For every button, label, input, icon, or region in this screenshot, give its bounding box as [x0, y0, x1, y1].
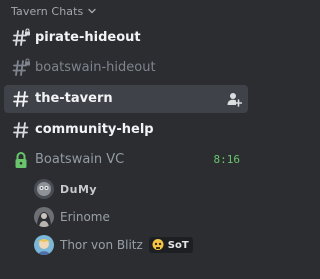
channel-category-header[interactable]: Tavern Chats [11, 3, 97, 19]
voice-member-thor-von-blitz[interactable]: Thor von Blitz SoT [34, 234, 193, 256]
member-name: Thor von Blitz [60, 238, 143, 252]
chevron-down-icon [88, 8, 97, 14]
voice-channel-name: Boatswain VC [35, 152, 125, 167]
skull-emoji-icon [152, 239, 164, 250]
channel-name: boatswain-hideout [35, 60, 156, 75]
hash-lock-icon [12, 28, 30, 46]
voice-member-erinome[interactable]: Erinome [34, 206, 110, 228]
channel-community-help[interactable]: community-help [0, 116, 248, 144]
avatar-dumy [34, 179, 54, 199]
channel-boatswain-hideout[interactable]: boatswain-hideout [0, 54, 248, 82]
channel-name: the-tavern [35, 91, 113, 106]
member-badge: SoT [148, 237, 193, 253]
lock-icon [15, 152, 27, 168]
channel-name: community-help [35, 122, 154, 137]
category-label: Tavern Chats [11, 4, 84, 18]
channel-pirate-hideout[interactable]: pirate-hideout [0, 24, 248, 52]
channel-name: pirate-hideout [35, 30, 141, 45]
channel-the-tavern[interactable]: the-tavern [4, 85, 248, 113]
avatar-erinome [34, 207, 54, 227]
voice-channel-boatswain-vc[interactable]: Boatswain VC 8:16 [0, 146, 248, 174]
member-name: Erinome [60, 210, 110, 224]
hash-icon [13, 122, 29, 138]
voice-member-dumy[interactable]: DuMy [34, 178, 97, 200]
avatar-thor [34, 235, 54, 255]
hash-lock-icon [12, 58, 30, 76]
voice-elapsed-timer: 8:16 [213, 153, 241, 166]
hash-icon [13, 91, 29, 107]
add-user-icon[interactable] [226, 91, 242, 107]
badge-text: SoT [167, 239, 189, 251]
member-name: DuMy [60, 182, 98, 196]
